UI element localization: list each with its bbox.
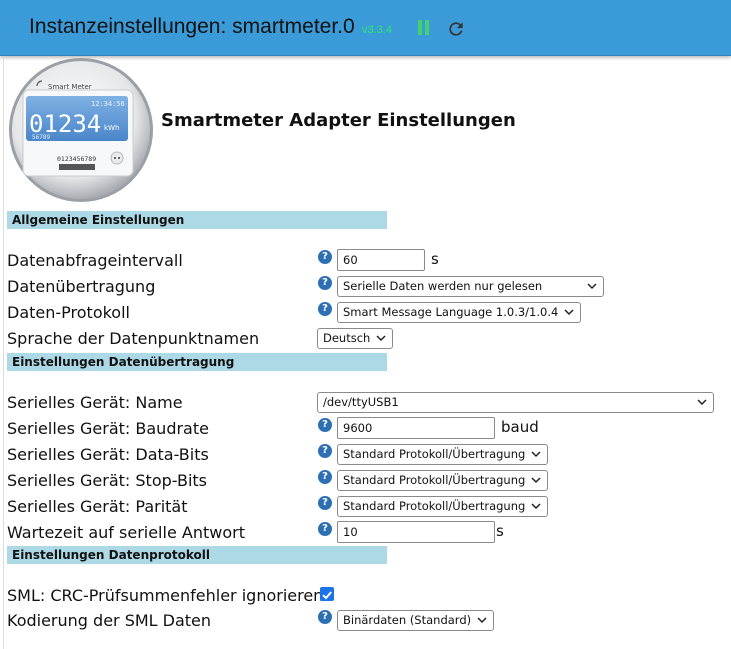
language-select[interactable]: Deutsch (317, 328, 393, 349)
protocol-label: Daten-Protokoll (7, 303, 130, 322)
baud-label: Serielles Gerät: Baudrate (7, 419, 209, 438)
help-icon[interactable]: ? (318, 610, 332, 624)
crc-label: SML: CRC-Prüfsummenfehler ignorieren (7, 586, 324, 605)
help-icon[interactable]: ? (318, 522, 332, 536)
transfer-label: Datenübertragung (7, 277, 156, 296)
chevron-down-icon (531, 503, 541, 510)
language-label: Sprache der Datenpunktnamen (7, 329, 260, 348)
encoding-select-value: Binärdaten (Standard) (343, 613, 472, 627)
encoding-label: Kodierung der SML Daten (7, 611, 212, 630)
wait-label: Wartezeit auf serielle Antwort (7, 523, 245, 542)
language-select-value: Deutsch (323, 331, 371, 345)
transfer-select-value: Serielle Daten werden nur gelesen (343, 279, 543, 293)
help-icon[interactable]: ? (318, 444, 332, 458)
help-icon[interactable]: ? (318, 250, 332, 264)
protocol-select-value: Smart Message Language 1.0.3/1.0.4 (343, 305, 559, 319)
refresh-icon[interactable] (446, 19, 466, 39)
device-select[interactable]: /dev/ttyUSB1 (317, 392, 714, 413)
smartmeter-logo: Smart Meter 12:34:56 01234 kWh 56789 012… (9, 58, 153, 202)
parity-select[interactable]: Standard Protokoll/Übertragung (337, 496, 548, 517)
logo-unit: kWh (104, 124, 119, 132)
section-transfer: Einstellungen Datenübertragung (7, 353, 387, 371)
databits-select[interactable]: Standard Protokoll/Übertragung (337, 444, 548, 465)
stopbits-label: Serielles Gerät: Stop-Bits (7, 471, 208, 490)
page-border (3, 56, 4, 649)
chevron-down-icon (477, 617, 487, 624)
logo-serial: 0123456789 (57, 155, 96, 163)
logo-sub-number: 56789 (32, 134, 50, 141)
stopbits-select-value: Standard Protokoll/Übertragung (343, 473, 526, 487)
section-protocol: Einstellungen Datenprotokoll (7, 546, 387, 564)
wait-input[interactable]: 10 (337, 521, 495, 543)
pause-icon[interactable] (417, 20, 431, 36)
page-title: Instanzeinstellungen: smartmeter.0 (29, 15, 355, 38)
interval-input[interactable]: 60 (337, 249, 425, 271)
interval-label: Datenabfrageintervall (7, 251, 183, 270)
baud-unit: baud (501, 418, 539, 436)
crc-checkbox[interactable] (320, 587, 334, 601)
help-icon[interactable]: ? (318, 302, 332, 316)
stopbits-select[interactable]: Standard Protokoll/Übertragung (337, 470, 548, 491)
chevron-down-icon (376, 335, 386, 342)
device-select-value: /dev/ttyUSB1 (323, 395, 399, 409)
help-icon[interactable]: ? (318, 496, 332, 510)
help-icon[interactable]: ? (318, 470, 332, 484)
parity-label: Serielles Gerät: Parität (7, 497, 188, 516)
checkmark-icon (322, 591, 332, 600)
section-general: Allgemeine Einstellungen (7, 211, 387, 229)
device-label: Serielles Gerät: Name (7, 393, 183, 412)
help-icon[interactable]: ? (318, 276, 332, 290)
wait-unit: s (496, 522, 504, 540)
title-bar: Instanzeinstellungen: smartmeter.0 v3.3.… (0, 0, 731, 56)
chevron-down-icon (531, 477, 541, 484)
chevron-down-icon (531, 451, 541, 458)
transfer-select[interactable]: Serielle Daten werden nur gelesen (337, 276, 604, 297)
encoding-select[interactable]: Binärdaten (Standard) (337, 610, 494, 631)
adapter-heading: Smartmeter Adapter Einstellungen (161, 110, 516, 131)
chevron-down-icon (564, 309, 574, 316)
help-icon[interactable]: ? (318, 418, 332, 432)
baud-input[interactable]: 9600 (337, 417, 495, 439)
chevron-down-icon (697, 399, 707, 406)
interval-unit: s (431, 250, 439, 268)
version-badge: v3.3.4 (362, 24, 392, 36)
logo-time: 12:34:56 (91, 100, 125, 108)
parity-select-value: Standard Protokoll/Übertragung (343, 499, 526, 513)
logo-brand: Smart Meter (48, 83, 92, 91)
databits-label: Serielles Gerät: Data-Bits (7, 445, 209, 464)
databits-select-value: Standard Protokoll/Übertragung (343, 447, 526, 461)
protocol-select[interactable]: Smart Message Language 1.0.3/1.0.4 (337, 302, 581, 323)
chevron-down-icon (587, 283, 597, 290)
